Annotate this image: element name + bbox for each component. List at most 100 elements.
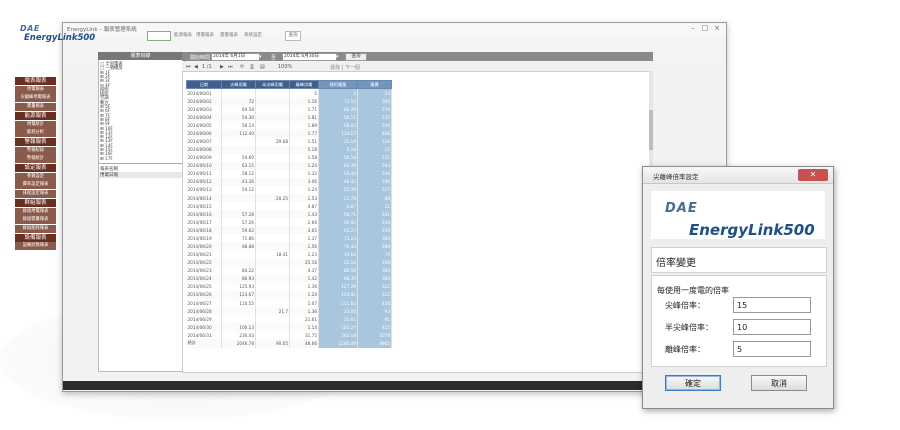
table-cell: 1.58 [289, 153, 319, 162]
table-row: 2014/06/17 57.26 2.66 59.92 246 [186, 218, 392, 227]
table-cell: 1.07 [289, 299, 319, 308]
table-cell [221, 307, 256, 316]
nav-item[interactable]: 參數設定 [15, 172, 56, 181]
semi-peak-rate-input[interactable]: 10 [733, 319, 811, 335]
refresh-icon[interactable]: ⟳ [240, 64, 244, 70]
table-cell: 54.60 [221, 153, 256, 162]
nav-section-header[interactable]: 警報報表 [15, 137, 56, 146]
nav-section-header[interactable]: 電表報表 [15, 77, 56, 85]
header-label-2[interactable]: 用電報表 [196, 32, 214, 38]
table-cell: 58.12 [221, 169, 256, 178]
table-cell: 64.39 [318, 161, 358, 170]
table-cell: 19.64 [318, 250, 358, 259]
header-query-button[interactable]: 查詢 [285, 31, 301, 41]
table-row: 總計 2046.78 90.05 48.66 2185.49 8965 [186, 339, 392, 348]
header-search-input[interactable] [147, 31, 171, 41]
nav-item[interactable]: 群組用電報表 [15, 207, 56, 216]
nav-section-header[interactable]: 能源報表 [15, 111, 56, 120]
zoom-select[interactable]: 100% [278, 64, 292, 70]
column-header[interactable]: 尖峰用電 [221, 80, 256, 89]
table-cell: 21 [357, 202, 392, 211]
table-cell: 1.56 [289, 242, 319, 251]
print-icon[interactable]: ⎙ [250, 64, 254, 70]
table-cell [255, 290, 290, 300]
table-cell: 5 [318, 88, 358, 98]
end-date-label: 至 [271, 55, 277, 61]
minimize-icon[interactable]: – [688, 24, 698, 33]
ok-button[interactable]: 確定 [665, 375, 721, 391]
nav-section-header[interactable]: 群組報表 [15, 198, 56, 207]
nav-section-header[interactable]: 設定報表 [15, 164, 56, 172]
nav-item[interactable]: 排程設定報表 [15, 190, 56, 199]
nav-item[interactable]: 費率設定報表 [15, 181, 56, 190]
nav-item[interactable]: 能耗分析 [15, 129, 56, 138]
last-page-icon[interactable]: ⏭ [228, 64, 233, 70]
table-cell [255, 258, 290, 267]
table-cell: 2014/06/11 [186, 169, 222, 178]
table-cell: 2014/06/16 [186, 210, 222, 219]
header-label-1[interactable]: 能源報表 [174, 32, 192, 38]
export-icon[interactable]: ▤ [260, 64, 265, 70]
table-cell: 2046.78 [221, 339, 256, 348]
column-header[interactable]: 總用電量 [318, 80, 358, 89]
table-row: 2014/06/30 100.13 1.14 101.27 415 [186, 323, 392, 332]
table-cell: 4.87 [318, 202, 358, 211]
table-cell: 231 [357, 153, 392, 162]
table-row: 2014/06/11 58.12 1.32 59.44 244 [186, 169, 392, 178]
maximize-icon[interactable]: □ [700, 24, 710, 33]
nav-item[interactable]: 群組能耗報表 [15, 224, 56, 233]
table-cell: 2014/06/23 [186, 266, 222, 275]
nav-item[interactable]: 需量報表 [15, 103, 56, 112]
column-header[interactable]: 日期 [186, 80, 222, 89]
column-header[interactable]: 離峰用電 [289, 80, 319, 89]
start-date-picker[interactable]: 2014年 6月1日 [211, 53, 260, 61]
table-cell: 114.17 [318, 129, 358, 138]
end-date-picker[interactable]: 2014年 6月30日 [282, 53, 337, 61]
table-cell [255, 274, 290, 283]
header-label-4[interactable]: 系統設定 [244, 32, 262, 38]
table-cell: 31.19 [318, 137, 358, 146]
find-links[interactable]: 尋找 | 下一個 [330, 64, 360, 71]
nav-item[interactable]: 警報統計 [15, 155, 56, 164]
table-cell: 56.11 [318, 113, 358, 122]
nav-item[interactable]: 群組需量報表 [15, 216, 56, 225]
nav-item[interactable]: 警報紀錄 [15, 146, 56, 155]
table-cell: 56.14 [221, 121, 256, 130]
date-dropdown-icon-2[interactable]: ▾ [336, 54, 339, 60]
table-cell: 20.25 [255, 194, 290, 203]
table-row: 2014/06/23 84.22 4.37 88.59 364 [186, 266, 392, 275]
table-cell [255, 153, 290, 162]
table-cell: 22 [357, 145, 392, 154]
table-row: 2014/06/04 54.30 1.81 56.11 232 [186, 113, 392, 122]
tree-node[interactable]: ⊞ 17F [100, 157, 113, 162]
first-page-icon[interactable]: ⏮ [186, 64, 191, 70]
table-cell: 21.61 [318, 315, 358, 324]
prev-page-icon[interactable]: ◀ [194, 64, 198, 70]
report-scrollbar-thumb[interactable] [649, 110, 653, 150]
table-row: 2014/06/06 112.40 1.77 114.17 468 [186, 129, 392, 138]
table-cell: 111.62 [318, 299, 358, 308]
table-row: 2014/06/31 230.43 31.75 262.18 1078 [186, 331, 392, 340]
dialog-title-bar: 尖離峰倍率設定 ✕ [643, 167, 833, 184]
date-dropdown-icon[interactable]: ▾ [259, 54, 262, 60]
table-cell [255, 129, 290, 138]
close-icon[interactable]: × [712, 24, 722, 33]
off-peak-rate-input[interactable]: 5 [733, 341, 811, 357]
dialog-close-button[interactable]: ✕ [798, 169, 828, 181]
table-row: 2014/06/03 64.58 1.71 66.29 274 [186, 105, 392, 114]
nav-item[interactable]: 用電報表 [15, 85, 56, 94]
nav-item[interactable]: 設備狀態報表 [15, 242, 56, 251]
table-cell [255, 226, 290, 235]
table-cell [255, 323, 290, 332]
table-cell: 1.36 [289, 282, 319, 291]
nav-section-header[interactable]: 設備報表 [15, 233, 56, 242]
nav-item[interactable]: 用電統計 [15, 120, 56, 129]
column-header[interactable]: 電費 [357, 80, 392, 89]
cancel-button[interactable]: 取消 [751, 375, 807, 391]
query-button[interactable]: 查詢 [345, 53, 367, 61]
nav-item[interactable]: 尖離峰用電報表 [15, 94, 56, 103]
peak-rate-input[interactable]: 15 [733, 297, 811, 313]
next-page-icon[interactable]: ▶ [220, 64, 224, 70]
header-label-3[interactable]: 需量報表 [220, 32, 238, 38]
column-header[interactable]: 半尖峰用電 [255, 80, 290, 89]
